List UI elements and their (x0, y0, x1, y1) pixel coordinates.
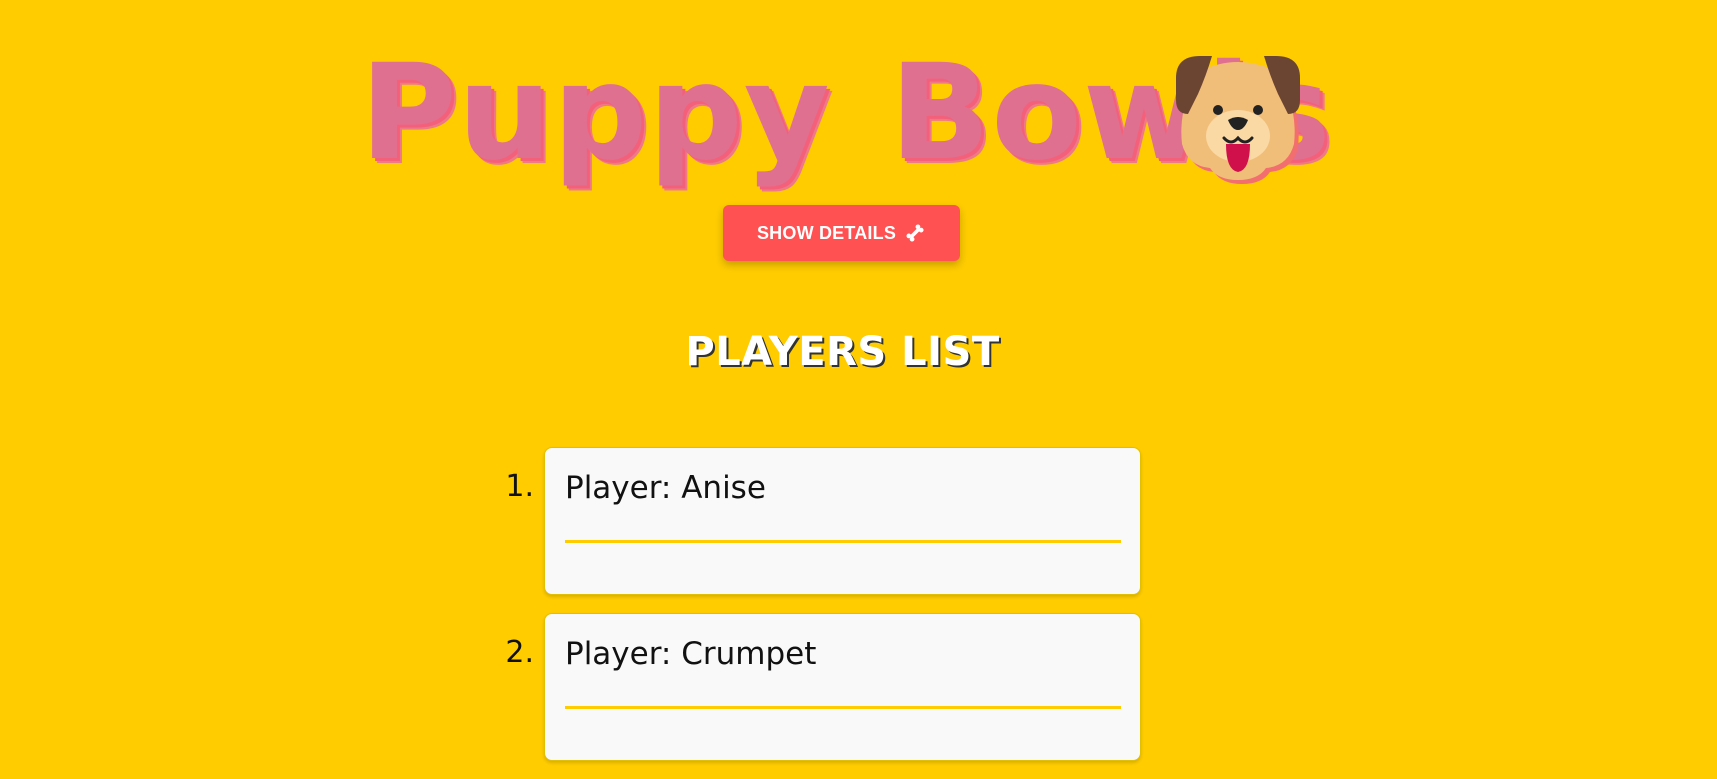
dog-face-icon (1176, 56, 1300, 184)
bone-icon (906, 224, 924, 242)
player-number: 2. (505, 635, 534, 670)
player-list-item: 1. Player: Anise (0, 447, 1717, 613)
player-divider (565, 706, 1121, 709)
players-list-heading: PLAYERS LIST (685, 329, 1000, 375)
show-details-button[interactable]: SHOW DETAILS (723, 205, 960, 261)
player-name: Player: Anise (565, 470, 766, 506)
show-details-label: SHOW DETAILS (756, 222, 897, 243)
player-list-item: 2. Player: Crumpet (0, 613, 1717, 779)
player-card[interactable]: Player: Crumpet (544, 613, 1141, 761)
player-number: 1. (505, 469, 534, 504)
player-divider (565, 540, 1121, 543)
players-list: 1. Player: Anise 2. Player: Crumpet (0, 447, 1717, 779)
player-name: Player: Crumpet (565, 636, 817, 672)
player-card[interactable]: Player: Anise (544, 447, 1141, 595)
page-header: Puppy Bowls (0, 38, 1717, 198)
